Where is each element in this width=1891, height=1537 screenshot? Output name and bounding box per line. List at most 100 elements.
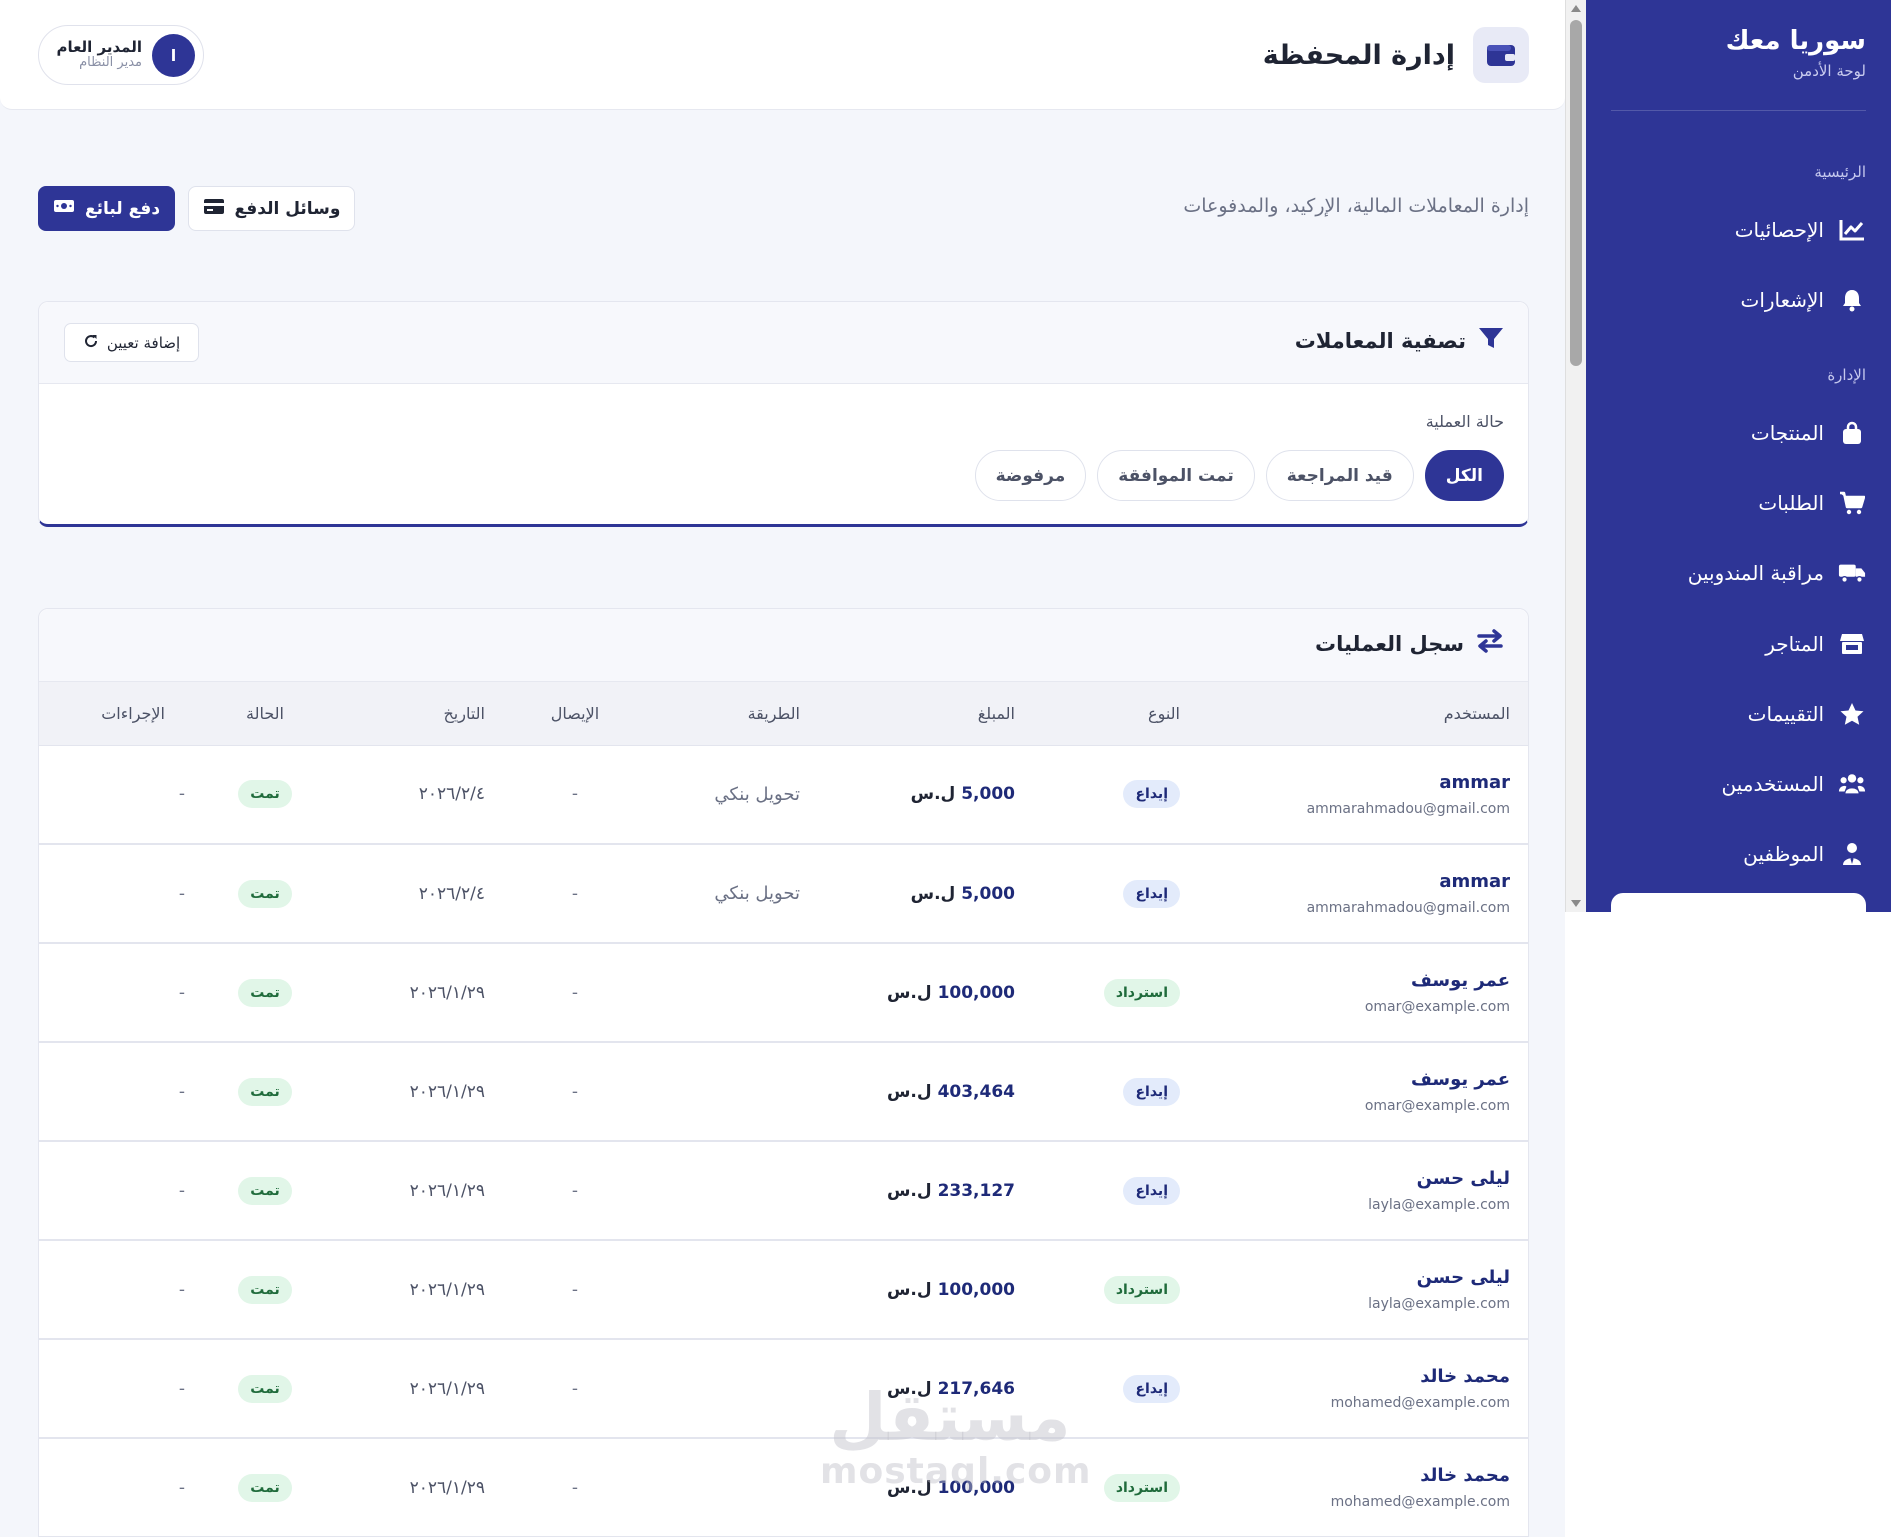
table-row[interactable]: محمد خالد mohamed@example.com إيداع 217,646… <box>39 1339 1528 1439</box>
cell-method: تحويل بنكي <box>645 745 820 845</box>
cell-actions: - <box>39 943 185 1043</box>
col-amount: المبلغ <box>820 682 1035 746</box>
cell-date: ٢٠٢٦/١/٢٩ <box>345 1240 505 1340</box>
amount-value: 100,000 <box>937 1279 1015 1300</box>
table-row[interactable]: عمر يوسف omar@example.com إيداع 403,464 ل.س… <box>39 1042 1528 1142</box>
cell-status: تمت <box>185 1141 345 1241</box>
status-badge: تمت <box>238 978 292 1007</box>
cell-type: إيداع <box>1035 844 1200 944</box>
cell-type: استرداد <box>1035 1240 1200 1340</box>
user-name: ليلى حسن <box>1416 1267 1510 1288</box>
user-menu[interactable]: ا المدير العام مدير النظام <box>38 25 204 85</box>
user-name: عمر يوسف <box>1410 970 1510 991</box>
amount-value: 217,646 <box>937 1378 1015 1399</box>
page-header: إدارة المحفظة <box>1263 27 1529 83</box>
sidebar-section-main: الرئيسية <box>1814 163 1866 181</box>
sidebar-item-employees[interactable]: الموظفين <box>1743 840 1866 868</box>
col-receipt: الإيصال <box>505 682 645 746</box>
chip-pending[interactable]: قيد المراجعة <box>1265 450 1414 501</box>
cell-user: عمر يوسف omar@example.com <box>1200 1042 1528 1142</box>
col-actions: الإجراءات <box>39 682 185 746</box>
cell-amount: 403,464 ل.س <box>820 1042 1035 1142</box>
cell-user: ليلى حسن layla@example.com <box>1200 1141 1528 1241</box>
cell-date: ٢٠٢٦/١/٢٩ <box>345 1042 505 1142</box>
cell-amount: 5,000 ل.س <box>820 844 1035 944</box>
scroll-up-icon[interactable] <box>1571 5 1581 12</box>
sidebar-item-label: المتاجر <box>1765 632 1824 656</box>
currency: ل.س <box>886 1378 932 1399</box>
table-row[interactable]: محمد خالد mohamed@example.com استرداد 100,0… <box>39 1438 1528 1537</box>
amount-value: 5,000 <box>961 883 1015 904</box>
cell-status: تمت <box>185 1438 345 1537</box>
status-badge: تمت <box>238 1176 292 1205</box>
chip-approved[interactable]: تمت الموافقة <box>1097 450 1255 501</box>
user-email: omar@example.com <box>1364 1098 1510 1114</box>
cell-user: محمد خالد mohamed@example.com <box>1200 1438 1528 1537</box>
shopping-bag-icon <box>1838 419 1866 447</box>
user-name: ammar <box>1439 771 1510 793</box>
cell-method: تحويل بنكي <box>645 844 820 944</box>
avatar: ا <box>152 33 195 77</box>
top-bar: إدارة المحفظة ا المدير العام مدير النظام <box>0 0 1565 110</box>
amount-value: 100,000 <box>937 1477 1015 1498</box>
sidebar-item-ratings[interactable]: التقييمات <box>1748 700 1866 728</box>
cell-receipt: - <box>505 1141 645 1241</box>
main-content: إدارة المحفظة ا المدير العام مدير النظام… <box>0 0 1565 1537</box>
cell-receipt: - <box>505 745 645 845</box>
table-row[interactable]: ammar ammarahmadou@gmail.com إيداع 5,000 ل.… <box>39 844 1528 944</box>
cash-icon <box>53 198 75 219</box>
currency: ل.س <box>886 1279 932 1300</box>
cell-status: تمت <box>185 1240 345 1340</box>
sidebar-item-stores[interactable]: المتاجر <box>1765 630 1866 658</box>
sidebar-item-orders[interactable]: الطلبات <box>1758 489 1866 517</box>
main-scrollbar[interactable] <box>1565 0 1586 912</box>
wallet-icon <box>1473 27 1529 83</box>
truck-icon <box>1838 559 1866 587</box>
cell-actions: - <box>39 844 185 944</box>
chip-rejected[interactable]: مرفوضة <box>974 450 1087 501</box>
store-icon <box>1838 630 1866 658</box>
status-badge: تمت <box>238 1275 292 1304</box>
status-badge: تمت <box>238 879 292 908</box>
exchange-icon <box>1476 629 1504 658</box>
table-row[interactable]: ammar ammarahmadou@gmail.com إيداع 5,000 ل.… <box>39 745 1528 845</box>
cell-user: عمر يوسف omar@example.com <box>1200 943 1528 1043</box>
cell-actions: - <box>39 1042 185 1142</box>
currency: ل.س <box>886 982 932 1003</box>
chip-all[interactable]: الكل <box>1424 450 1504 501</box>
sidebar-item-users[interactable]: المستخدمين <box>1722 770 1866 798</box>
cell-status: تمت <box>185 943 345 1043</box>
cell-user: محمد خالد mohamed@example.com <box>1200 1339 1528 1439</box>
sidebar-item-statistics[interactable]: الإحصائيات <box>1735 216 1866 244</box>
table-row[interactable]: ليلى حسن layla@example.com استرداد 100,000 … <box>39 1240 1528 1340</box>
pay-vendor-button[interactable]: دفع لبائع <box>38 186 175 231</box>
sidebar-item-label: الإحصائيات <box>1734 218 1824 242</box>
cell-method <box>645 1141 820 1241</box>
status-badge: تمت <box>238 780 292 809</box>
cell-actions: - <box>39 1438 185 1537</box>
cell-date: ٢٠٢٦/٢/٤ <box>345 745 505 845</box>
sidebar-item-products[interactable]: المنتجات <box>1751 419 1866 447</box>
currency: ل.س <box>886 1081 932 1102</box>
reset-filter-button[interactable]: إضافة تعيين <box>64 323 199 362</box>
user-name: المدير العام <box>56 37 142 56</box>
status-badge: تمت <box>238 1473 292 1502</box>
sidebar-item-delivery-tracking[interactable]: مراقبة المندوبين <box>1688 559 1866 587</box>
user-name: ليلى حسن <box>1416 1168 1510 1189</box>
sidebar-item-notifications[interactable]: الإشعارات <box>1740 286 1866 314</box>
table-row[interactable]: ليلى حسن layla@example.com إيداع 233,127 ل.… <box>39 1141 1528 1241</box>
scrollbar-thumb[interactable] <box>1570 20 1582 366</box>
payment-methods-label: وسائل الدفع <box>234 198 341 219</box>
type-badge: إيداع <box>1123 1077 1180 1106</box>
table-row[interactable]: عمر يوسف omar@example.com استرداد 100,000 ل… <box>39 943 1528 1043</box>
user-email: layla@example.com <box>1368 1197 1510 1213</box>
brand-subtitle: لوحة الأدمن <box>1792 62 1866 80</box>
cell-method <box>645 943 820 1043</box>
payment-methods-button[interactable]: وسائل الدفع <box>188 186 355 231</box>
currency: ل.س <box>910 883 956 904</box>
cell-receipt: - <box>505 943 645 1043</box>
brand-title: سوريا معك <box>1725 26 1866 56</box>
scroll-down-icon[interactable] <box>1571 900 1581 907</box>
page-subtitle: إدارة المعاملات المالية، الإركيد، والمدف… <box>1183 195 1529 217</box>
sidebar-item-label: مراقبة المندوبين <box>1687 561 1824 585</box>
